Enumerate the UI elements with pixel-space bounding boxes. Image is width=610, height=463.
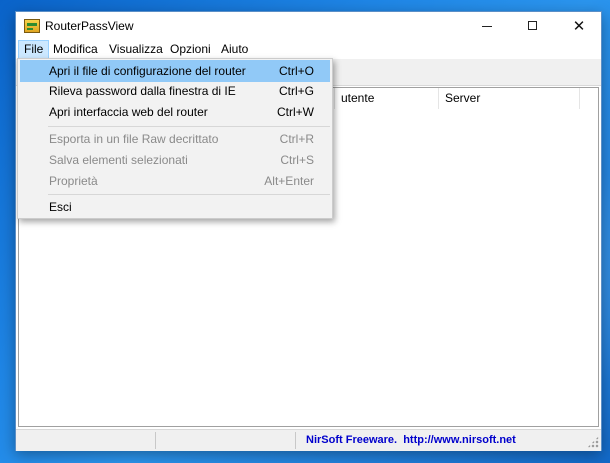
menu-item-shortcut: Ctrl+S (280, 153, 314, 167)
menu-item-open-web-interface[interactable]: Apri interfaccia web del router Ctrl+W (20, 101, 330, 123)
menu-visualizza[interactable]: Visualizza (104, 40, 168, 59)
menu-item-exit[interactable]: Esci (20, 196, 330, 218)
menu-item-export-raw: Esporta in un file Raw decrittato Ctrl+R (20, 128, 330, 150)
menu-item-label: Apri interfaccia web del router (49, 105, 208, 119)
menu-item-label: Esporta in un file Raw decrittato (49, 132, 219, 146)
title-bar[interactable]: RouterPassView ✕ (16, 12, 601, 40)
menu-separator (48, 126, 330, 127)
menu-item-open-config[interactable]: Apri il file di configurazione del route… (20, 60, 330, 82)
menu-item-label: Apri il file di configurazione del route… (49, 64, 246, 78)
minimize-icon (482, 26, 492, 27)
menu-item-detect-ie-password[interactable]: Rileva password dalla finestra di IE Ctr… (20, 80, 330, 102)
menu-aiuto[interactable]: Aiuto (216, 40, 253, 59)
resize-grip[interactable] (587, 436, 599, 448)
maximize-button[interactable] (510, 12, 556, 40)
menu-item-label: Esci (49, 200, 72, 214)
status-pane-info (156, 432, 296, 449)
close-button[interactable]: ✕ (556, 12, 602, 40)
router-key-icon (24, 19, 40, 33)
column-header-server[interactable]: Server (439, 88, 580, 109)
menu-modifica[interactable]: Modifica (48, 40, 103, 59)
menu-item-shortcut: Ctrl+O (278, 64, 314, 78)
menu-item-label: Salva elementi selezionati (49, 153, 188, 167)
menu-separator (48, 194, 330, 195)
status-pane-count (16, 432, 156, 449)
menu-item-properties: Proprietà Alt+Enter (20, 170, 330, 192)
menu-item-shortcut: Ctrl+W (277, 105, 314, 119)
menu-item-shortcut: Alt+Enter (264, 174, 314, 188)
file-menu-dropdown: Apri il file di configurazione del route… (17, 58, 333, 219)
menu-file[interactable]: File (18, 40, 50, 59)
menu-item-label: Rileva password dalla finestra di IE (49, 84, 236, 98)
column-header-username[interactable]: utente (335, 88, 439, 109)
menu-item-shortcut: Ctrl+R (279, 132, 314, 146)
menu-item-shortcut: Ctrl+G (278, 84, 314, 98)
nirsoft-link[interactable]: NirSoft Freeware. http://www.nirsoft.net (296, 432, 516, 449)
status-bar: NirSoft Freeware. http://www.nirsoft.net (16, 429, 601, 451)
close-icon: ✕ (572, 17, 586, 35)
minimize-button[interactable] (464, 12, 510, 40)
menu-bar: File Modifica Visualizza Opzioni Aiuto (16, 40, 601, 59)
window-title: RouterPassView (45, 19, 134, 33)
menu-item-label: Proprietà (49, 174, 98, 188)
maximize-icon (528, 21, 537, 30)
menu-opzioni[interactable]: Opzioni (165, 40, 216, 59)
menu-item-save-selected: Salva elementi selezionati Ctrl+S (20, 149, 330, 171)
